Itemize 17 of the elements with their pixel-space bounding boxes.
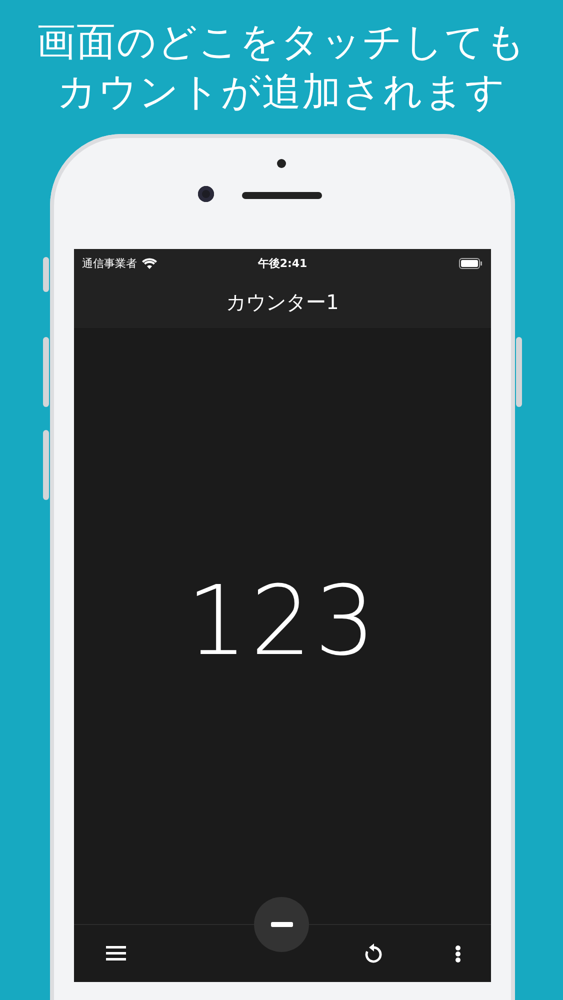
headline-text: カウントが追加されます xyxy=(57,69,506,117)
more-icon xyxy=(455,944,461,962)
sensor-dot xyxy=(277,159,286,168)
count-value: 123 xyxy=(186,565,379,677)
minus-icon xyxy=(270,922,292,927)
wifi-icon xyxy=(142,258,157,268)
headline-text: 画面のどこをタッチしても xyxy=(36,19,526,67)
menu-button[interactable] xyxy=(106,946,126,961)
battery-icon xyxy=(459,258,483,268)
reset-icon xyxy=(364,943,383,964)
camera-lens xyxy=(198,186,214,202)
status-time: 午後2:41 xyxy=(258,256,308,270)
nav-title: カウンター1 xyxy=(226,289,339,316)
more-button[interactable] xyxy=(455,944,461,962)
menu-icon xyxy=(106,946,126,961)
reset-button[interactable] xyxy=(364,943,383,964)
carrier-name: 通信事業者 xyxy=(82,256,137,270)
